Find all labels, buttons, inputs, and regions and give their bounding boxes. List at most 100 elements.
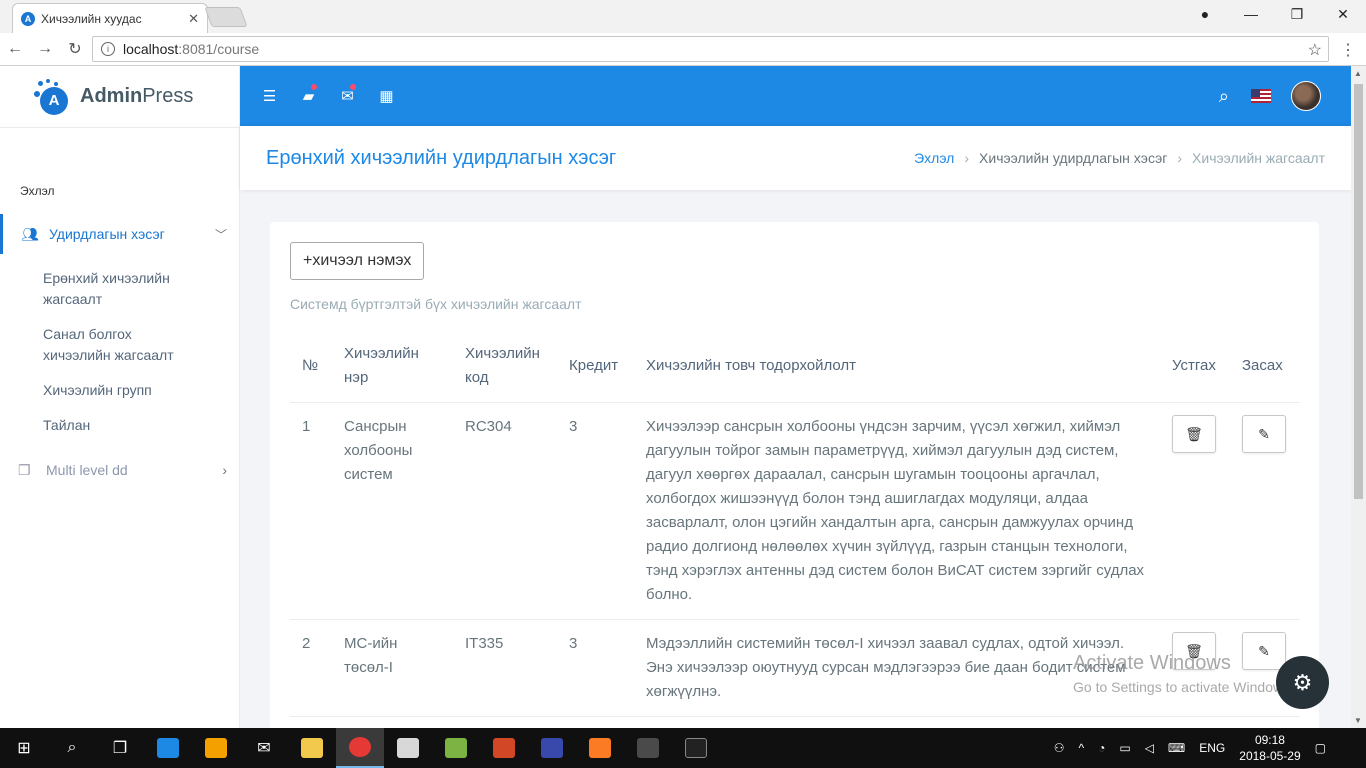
add-course-button[interactable]: +хичээл нэмэх <box>290 242 425 280</box>
explorer-icon[interactable] <box>288 728 336 768</box>
clock[interactable]: 09:18 2018-05-29 <box>1239 732 1300 764</box>
terminal-icon[interactable] <box>672 728 720 768</box>
task-view-icon[interactable]: ❐ <box>96 728 144 768</box>
notification-dot <box>311 84 317 90</box>
chevron-right-icon: › <box>1177 150 1183 166</box>
card-subtitle: Системд бүртгэлтэй бүх хичээлийн жагсаал… <box>290 296 582 312</box>
breadcrumb-current: Хичээлийн жагсаалт <box>1192 150 1325 166</box>
col-credit: Кредит <box>557 330 634 403</box>
window-controls: ● — ❐ ✕ <box>1182 0 1366 28</box>
sublime-icon[interactable] <box>624 728 672 768</box>
breadcrumb-home[interactable]: Эхлэл <box>914 150 954 166</box>
reload-button[interactable]: ↻ <box>60 39 90 59</box>
browser-tab[interactable]: A Хичээлийн хуудас ✕ <box>12 3 208 33</box>
forward-button[interactable]: → <box>30 40 60 58</box>
windows-taskbar: ⊞ ⌕ ❐ ✉ ⚇ ^ ◔ ▭ ◁ ⌨ ENG 09:18 2018-05-29 … <box>0 728 1366 768</box>
cell-delete: 🗑︎ <box>1160 402 1230 620</box>
cell-name: МС-ийн төсөл-I <box>332 619 453 717</box>
start-button[interactable]: ⊞ <box>0 728 48 768</box>
sidebar-subitem-course-group[interactable]: Хичээлийн групп <box>0 380 239 401</box>
page-scrollbar[interactable]: ▲ ▼ <box>1351 66 1366 728</box>
cell-credit: 3 <box>557 619 634 717</box>
us-flag-icon[interactable] <box>1251 89 1271 103</box>
network-icon[interactable]: ◔ <box>1098 741 1105 755</box>
paint-icon[interactable] <box>384 728 432 768</box>
scroll-down-icon[interactable]: ▼ <box>1354 716 1362 725</box>
cell-edit: ✎ <box>1230 402 1300 620</box>
sidebar-subitem-general-courses[interactable]: Ерөнхий хичээлийн жагсаалт <box>0 268 180 310</box>
col-description: Хичээлийн товч тодорхойлолт <box>634 330 1160 403</box>
cell-code: IT335 <box>453 619 557 717</box>
gear-icon: ⚙ <box>1292 669 1313 695</box>
mail-icon[interactable]: ✉ <box>328 84 367 105</box>
browser-titlebar: A Хичээлийн хуудас ✕ ● — ❐ ✕ <box>0 0 1366 33</box>
sidebar-item-multi-level[interactable]: ❐ Multi level dd › <box>0 458 239 482</box>
chrome-icon[interactable] <box>336 728 384 768</box>
breadcrumb: Эхлэл › Хичээлийн удирдлагын хэсэг › Хич… <box>914 150 1325 166</box>
address-bar: ← → ↻ i localhost:8081/course ☆ <box>0 33 1366 66</box>
url-path: :8081/course <box>178 41 260 57</box>
chevron-up-icon[interactable]: ^ <box>1078 741 1084 755</box>
chevron-right-icon: › <box>222 462 227 478</box>
table-header-row: № Хичээлийн нэр Хичээлийн код Кредит Хич… <box>290 330 1300 403</box>
site-info-icon[interactable]: i <box>101 42 115 56</box>
restore-button[interactable]: ❐ <box>1274 6 1320 23</box>
back-button[interactable]: ← <box>0 40 30 58</box>
profile-icon[interactable]: ● <box>1182 6 1228 22</box>
jex-icon[interactable] <box>528 728 576 768</box>
language-indicator[interactable]: ENG <box>1199 741 1225 755</box>
close-tab-icon[interactable]: ✕ <box>188 11 199 27</box>
chevron-right-icon: › <box>964 150 970 166</box>
col-name: Хичээлийн нэр <box>332 330 453 403</box>
logo[interactable]: A AdminPress <box>0 66 239 128</box>
pencil-icon: ✎ <box>1258 426 1270 442</box>
breadcrumb-management[interactable]: Хичээлийн удирдлагын хэсэг <box>979 150 1167 166</box>
mail-app-icon[interactable]: ✉ <box>240 728 288 768</box>
minimize-button[interactable]: — <box>1228 6 1274 22</box>
col-delete: Устгах <box>1160 330 1230 403</box>
cell-no: 2 <box>290 619 332 717</box>
people-icon[interactable]: ⚇ <box>1054 741 1065 755</box>
sidebar-item-management[interactable]: 👥︎ Удирдлагын хэсэг ﹀ <box>0 214 239 254</box>
col-edit: Засах <box>1230 330 1300 403</box>
xampp-icon[interactable] <box>576 728 624 768</box>
new-tab-button[interactable] <box>204 7 248 27</box>
close-window-button[interactable]: ✕ <box>1320 6 1366 23</box>
bookmark-star-icon[interactable]: ☆ <box>1308 40 1322 60</box>
scroll-up-icon[interactable]: ▲ <box>1354 69 1362 78</box>
col-code: Хичээлийн код <box>453 330 557 403</box>
apps-grid-icon[interactable]: ▦ <box>367 87 406 105</box>
volume-icon[interactable]: ◁ <box>1145 741 1154 755</box>
edge-icon[interactable] <box>144 728 192 768</box>
sidebar-subitem-recommended-courses[interactable]: Санал болгох хичээлийн жагсаалт <box>0 324 180 366</box>
menu-toggle-icon[interactable]: ☰ <box>250 87 289 105</box>
cell-description: Хичээлээр сансрын холбооны үндсэн зарчим… <box>634 402 1160 620</box>
search-icon[interactable]: ⌕ <box>48 728 96 768</box>
delete-button[interactable]: 🗑︎ <box>1172 415 1216 453</box>
powerpoint-icon[interactable] <box>480 728 528 768</box>
sidebar-subitem-report[interactable]: Тайлан <box>0 415 239 436</box>
battery-icon[interactable]: ▭ <box>1119 741 1130 755</box>
android-studio-icon[interactable] <box>432 728 480 768</box>
store-icon[interactable] <box>192 728 240 768</box>
url-input[interactable]: i localhost:8081/course ☆ <box>92 36 1329 62</box>
tab-title: Хичээлийн хуудас <box>41 11 142 26</box>
browser-menu-icon[interactable]: ⋮ <box>1340 40 1356 60</box>
user-settings-icon: 👥︎ <box>21 225 39 242</box>
cell-no: 1 <box>290 402 332 620</box>
layers-icon: ❐ <box>18 461 31 478</box>
col-no: № <box>290 330 332 403</box>
keyboard-icon[interactable]: ⌨ <box>1168 741 1185 755</box>
scrollbar-thumb[interactable] <box>1354 84 1363 499</box>
avatar[interactable] <box>1291 81 1321 111</box>
chevron-down-icon: ﹀ <box>214 227 227 242</box>
sidebar-item-label: Удирдлагын хэсэг <box>49 226 165 242</box>
action-center-icon[interactable]: ▢ <box>1315 741 1326 755</box>
settings-gear-button[interactable]: ⚙ <box>1276 656 1329 709</box>
message-icon[interactable]: ▰ <box>289 84 328 105</box>
favicon-icon: A <box>21 11 35 26</box>
search-icon[interactable]: ⌕ <box>1219 86 1229 107</box>
topbar: ☰ ▰ ✉ ▦ ⌕ <box>240 66 1351 126</box>
edit-button[interactable]: ✎ <box>1242 415 1286 453</box>
logo-icon: A <box>34 78 70 115</box>
